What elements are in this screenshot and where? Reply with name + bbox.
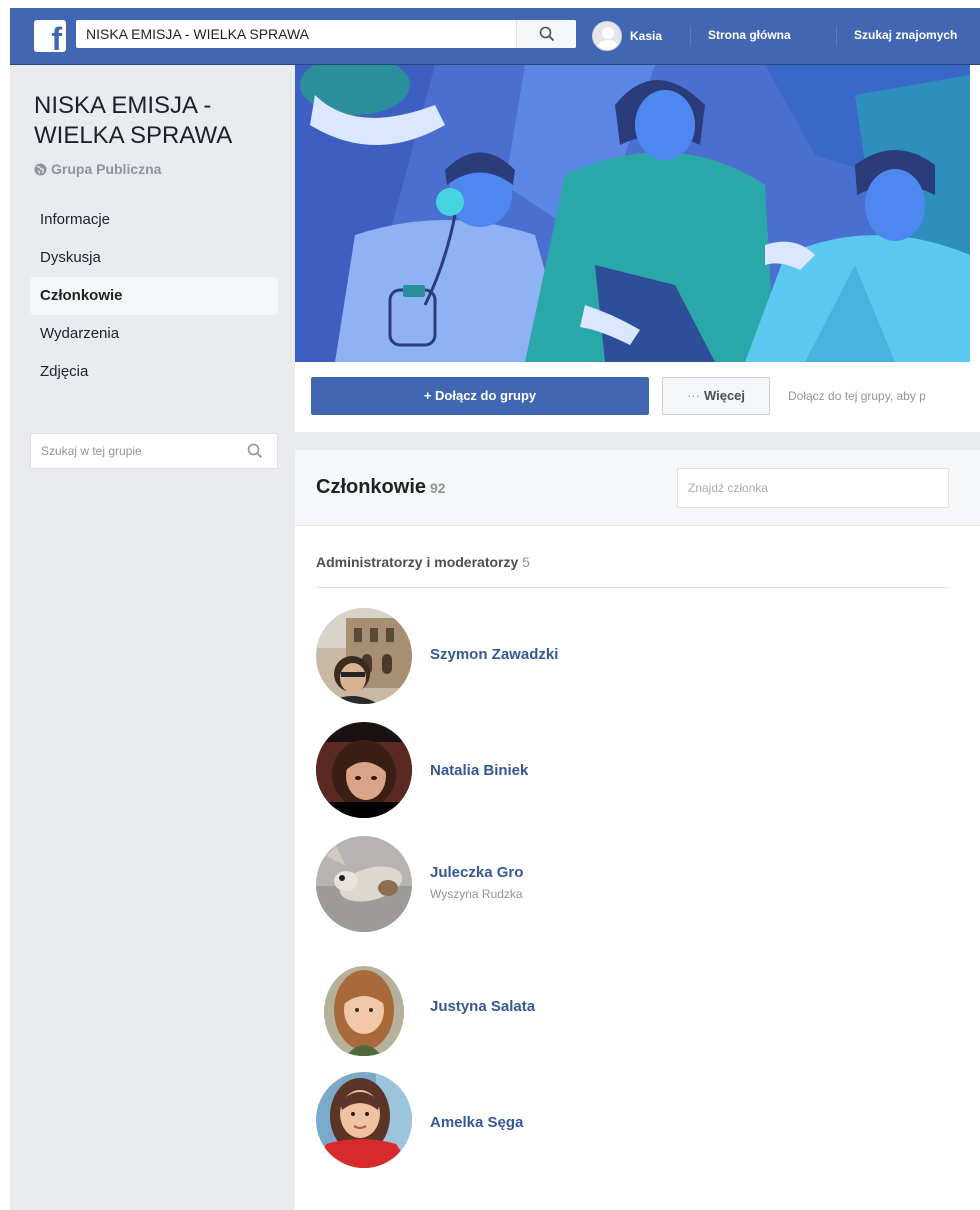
join-hint-text: Dołącz do tej grupy, aby p [788,389,926,403]
sidebar-item-wydarzenia[interactable]: Wydarzenia [30,315,278,353]
top-bar: f Kasia Strona główna Szukaj znajomych [0,0,980,65]
member-row: Justyna Salata [316,960,956,1060]
more-label: Więcej [703,388,746,403]
group-action-bar: + Dołącz do grupy ··· Więcej Dołącz do te… [295,362,980,432]
member-name[interactable]: Justyna Salata [430,998,535,1015]
admins-section-count: 5 [522,554,530,570]
blue-navigation-bar: f Kasia Strona główna Szukaj znajomych [10,8,980,65]
member-row: Szymon Zawadzki [316,608,956,708]
sidebar-item-informacje[interactable]: Informacje [30,201,278,239]
search-icon [539,26,555,42]
section-gap [295,432,980,450]
join-group-button[interactable]: + Dołącz do grupy [311,377,649,415]
search-button[interactable] [516,20,576,48]
group-search[interactable] [30,433,278,469]
member-name[interactable]: Juleczka Gro [430,864,523,881]
member-name[interactable]: Amelka Sęga [430,1114,523,1131]
cover-illustration [295,65,970,362]
left-sidebar: NISKA EMISJA - WIELKA SPRAWA Grupa Publi… [10,65,295,1210]
global-search-input[interactable] [76,20,516,48]
group-navigation: Informacje Dyskusja Członkowie Wydarzeni… [30,201,278,391]
nav-link-find-friends[interactable]: Szukaj znajomych [854,28,957,42]
avatar[interactable] [316,836,412,932]
nav-divider [836,26,837,46]
member-row: Natalia Biniek [316,722,956,822]
admins-section-title: Administratorzy i moderatorzy 5 [316,554,530,570]
members-title-label: Członkowie [316,476,427,498]
search-icon[interactable] [247,443,263,459]
member-row: Juleczka Gro Wyszyna Rudzka [316,836,956,936]
nav-link-home[interactable]: Strona główna [708,28,791,42]
find-member-search[interactable] [677,468,949,508]
profile-link[interactable]: Kasia [592,20,662,52]
avatar[interactable] [316,1072,412,1168]
global-search[interactable] [76,20,576,48]
member-location: Wyszyna Rudzka [430,887,523,901]
globe-icon [34,163,47,175]
section-divider [316,587,949,588]
user-avatar [592,21,622,51]
member-name[interactable]: Natalia Biniek [430,762,528,779]
group-privacy: Grupa Publiczna [34,161,161,177]
sidebar-item-dyskusja[interactable]: Dyskusja [30,239,278,277]
avatar[interactable] [316,960,412,1056]
member-name[interactable]: Szymon Zawadzki [430,646,558,663]
members-panel: Członkowie92 Administratorzy i moderator… [295,450,980,1210]
admins-section-label: Administratorzy i moderatorzy [316,554,519,570]
group-search-input[interactable] [31,434,231,468]
group-type-label: Grupa Publiczna [51,161,162,177]
members-count: 92 [430,480,446,496]
cover-photo[interactable] [295,65,970,362]
avatar[interactable] [316,722,412,818]
members-title: Członkowie 92 [316,476,446,499]
sidebar-item-czlonkowie[interactable]: Członkowie [30,277,278,315]
members-header: Członkowie 92 [295,450,980,526]
user-name: Kasia [630,29,663,43]
member-row: Amelka Sęga [316,1072,956,1172]
nav-divider [690,26,691,46]
group-name[interactable]: NISKA EMISJA - WIELKA SPRAWA [34,91,284,151]
more-button[interactable]: ··· Więcej [662,377,770,415]
sidebar-item-zdjecia[interactable]: Zdjęcia [30,353,278,391]
find-member-input[interactable] [678,469,948,507]
facebook-logo-icon[interactable]: f [34,20,66,55]
avatar[interactable] [316,608,412,704]
more-dots-icon: ··· [686,388,700,403]
